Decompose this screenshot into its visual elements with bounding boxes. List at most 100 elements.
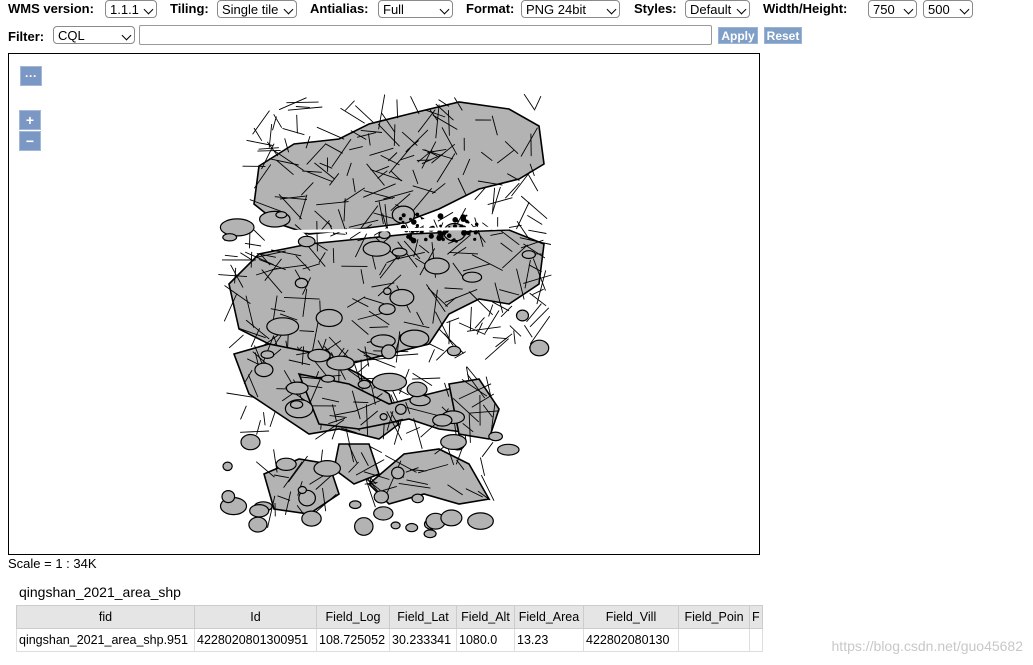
more-options-button[interactable]: ··· <box>20 66 42 86</box>
zoom-in-button[interactable]: + <box>19 110 41 130</box>
parcel-small <box>424 257 450 275</box>
column-header[interactable]: Field_Area <box>514 605 584 629</box>
column-header[interactable]: Field_Vill <box>583 605 679 629</box>
parcel-boundary <box>520 195 548 220</box>
chevron-down-icon <box>606 4 617 15</box>
column-header[interactable]: Field_Poin <box>678 605 750 629</box>
parcel-boundary <box>344 100 355 111</box>
table-cell: 30.233341 <box>389 628 457 652</box>
parcel-small <box>307 348 331 363</box>
tiling-select[interactable]: Single tile <box>217 0 297 18</box>
parcel-boundary <box>481 442 494 458</box>
wms-options-toolbar: WMS version: 1.1.1 Tiling: Single tile A… <box>0 0 1033 20</box>
chevron-down-icon <box>121 30 132 41</box>
map-viewport[interactable]: ··· + − <box>8 53 760 555</box>
parcel-boundary <box>484 338 509 360</box>
parcel-boundary <box>354 105 374 123</box>
parcel-dense <box>452 217 459 223</box>
parcel-boundary <box>474 317 485 329</box>
table-cell: 4228020801300951 <box>194 628 317 652</box>
reset-button[interactable]: Reset <box>764 27 802 44</box>
parcel-boundary <box>528 229 547 234</box>
parcel-small <box>240 433 261 451</box>
column-header[interactable]: Id <box>194 605 317 629</box>
parcel-boundary <box>529 292 547 307</box>
height-select[interactable]: 500 <box>923 0 973 18</box>
parcel-small <box>378 303 396 316</box>
table-cell: 1080.0 <box>456 628 515 652</box>
width-value: 750 <box>873 2 895 17</box>
parcel-small <box>379 412 388 421</box>
styles-value: Default <box>690 2 732 17</box>
column-header[interactable]: F <box>749 605 763 629</box>
parcel-small <box>348 500 362 510</box>
parcel-boundary <box>446 317 460 324</box>
parcel-boundary <box>257 149 281 152</box>
styles-select[interactable]: Default <box>685 0 750 18</box>
chevron-down-icon <box>903 4 914 15</box>
parcel-boundary <box>269 411 276 428</box>
parcel-small <box>446 345 462 357</box>
width-select[interactable]: 750 <box>868 0 917 18</box>
format-select[interactable]: PNG 24bit <box>521 0 620 18</box>
parcel-small <box>222 461 233 472</box>
parcel-dense <box>409 217 412 221</box>
chevron-down-icon <box>143 4 154 15</box>
parcel-small <box>289 400 304 410</box>
parcel-boundary <box>527 173 539 192</box>
parcel-small <box>406 381 428 398</box>
parcel-small <box>467 512 494 530</box>
parcel-small <box>488 431 504 442</box>
parcel-boundary <box>495 333 513 348</box>
tiling-value: Single tile <box>222 2 279 17</box>
parcel-dense <box>411 219 417 225</box>
filter-type-select[interactable]: CQL <box>53 26 135 44</box>
parcel-dense <box>465 214 468 217</box>
parcel-boundary <box>295 106 310 108</box>
column-header[interactable]: Field_Log <box>316 605 390 629</box>
parcel-boundary <box>420 424 436 438</box>
antialias-select[interactable]: Full <box>378 0 453 18</box>
parcel-small <box>373 490 389 504</box>
antialias-value: Full <box>383 2 404 17</box>
parcel-dense <box>474 222 479 227</box>
parcel-small <box>222 233 238 242</box>
parcel-boundary <box>240 405 247 420</box>
parcel-boundary <box>296 114 298 134</box>
filter-input[interactable] <box>139 25 712 45</box>
parcel-small <box>254 362 274 378</box>
chevron-down-icon <box>439 4 450 15</box>
parcel-dense <box>424 237 428 242</box>
parcel-boundary <box>469 306 472 331</box>
filter-type-value: CQL <box>58 28 85 43</box>
column-header[interactable]: fid <box>16 605 195 629</box>
parcel-small <box>315 308 343 328</box>
zoom-out-button[interactable]: − <box>19 131 41 151</box>
column-header[interactable]: Field_Lat <box>389 605 457 629</box>
parcel-small <box>405 522 419 533</box>
parcel-boundary <box>240 430 270 433</box>
filter-label: Filter: <box>8 29 45 44</box>
parcel-boundary <box>428 342 444 352</box>
table-cell <box>678 628 750 652</box>
column-header[interactable]: Field_Alt <box>456 605 515 629</box>
parcel-small <box>297 235 316 248</box>
wms-version-select[interactable]: 1.1.1 <box>105 0 157 18</box>
table-cell: 422802080130 <box>583 628 679 652</box>
parcel-small <box>275 211 288 219</box>
parcel-boundary <box>532 288 544 296</box>
antialias-label: Antialias: <box>310 1 369 16</box>
parcel-small <box>389 288 415 307</box>
chevron-down-icon <box>959 4 970 15</box>
parcel-boundary <box>332 248 335 264</box>
table-row[interactable]: qingshan_2021_area_shp.951 4228020801300… <box>16 628 763 652</box>
parcel-small <box>391 247 408 257</box>
parcel-dense <box>401 220 405 224</box>
width-height-label: Width/Height: <box>763 1 848 16</box>
parcel-small <box>390 521 401 530</box>
parcel-dense <box>420 217 423 220</box>
apply-button[interactable]: Apply <box>718 27 758 44</box>
parcel-small <box>362 240 391 257</box>
table-cell: 108.725052 <box>316 628 390 652</box>
height-value: 500 <box>928 2 950 17</box>
